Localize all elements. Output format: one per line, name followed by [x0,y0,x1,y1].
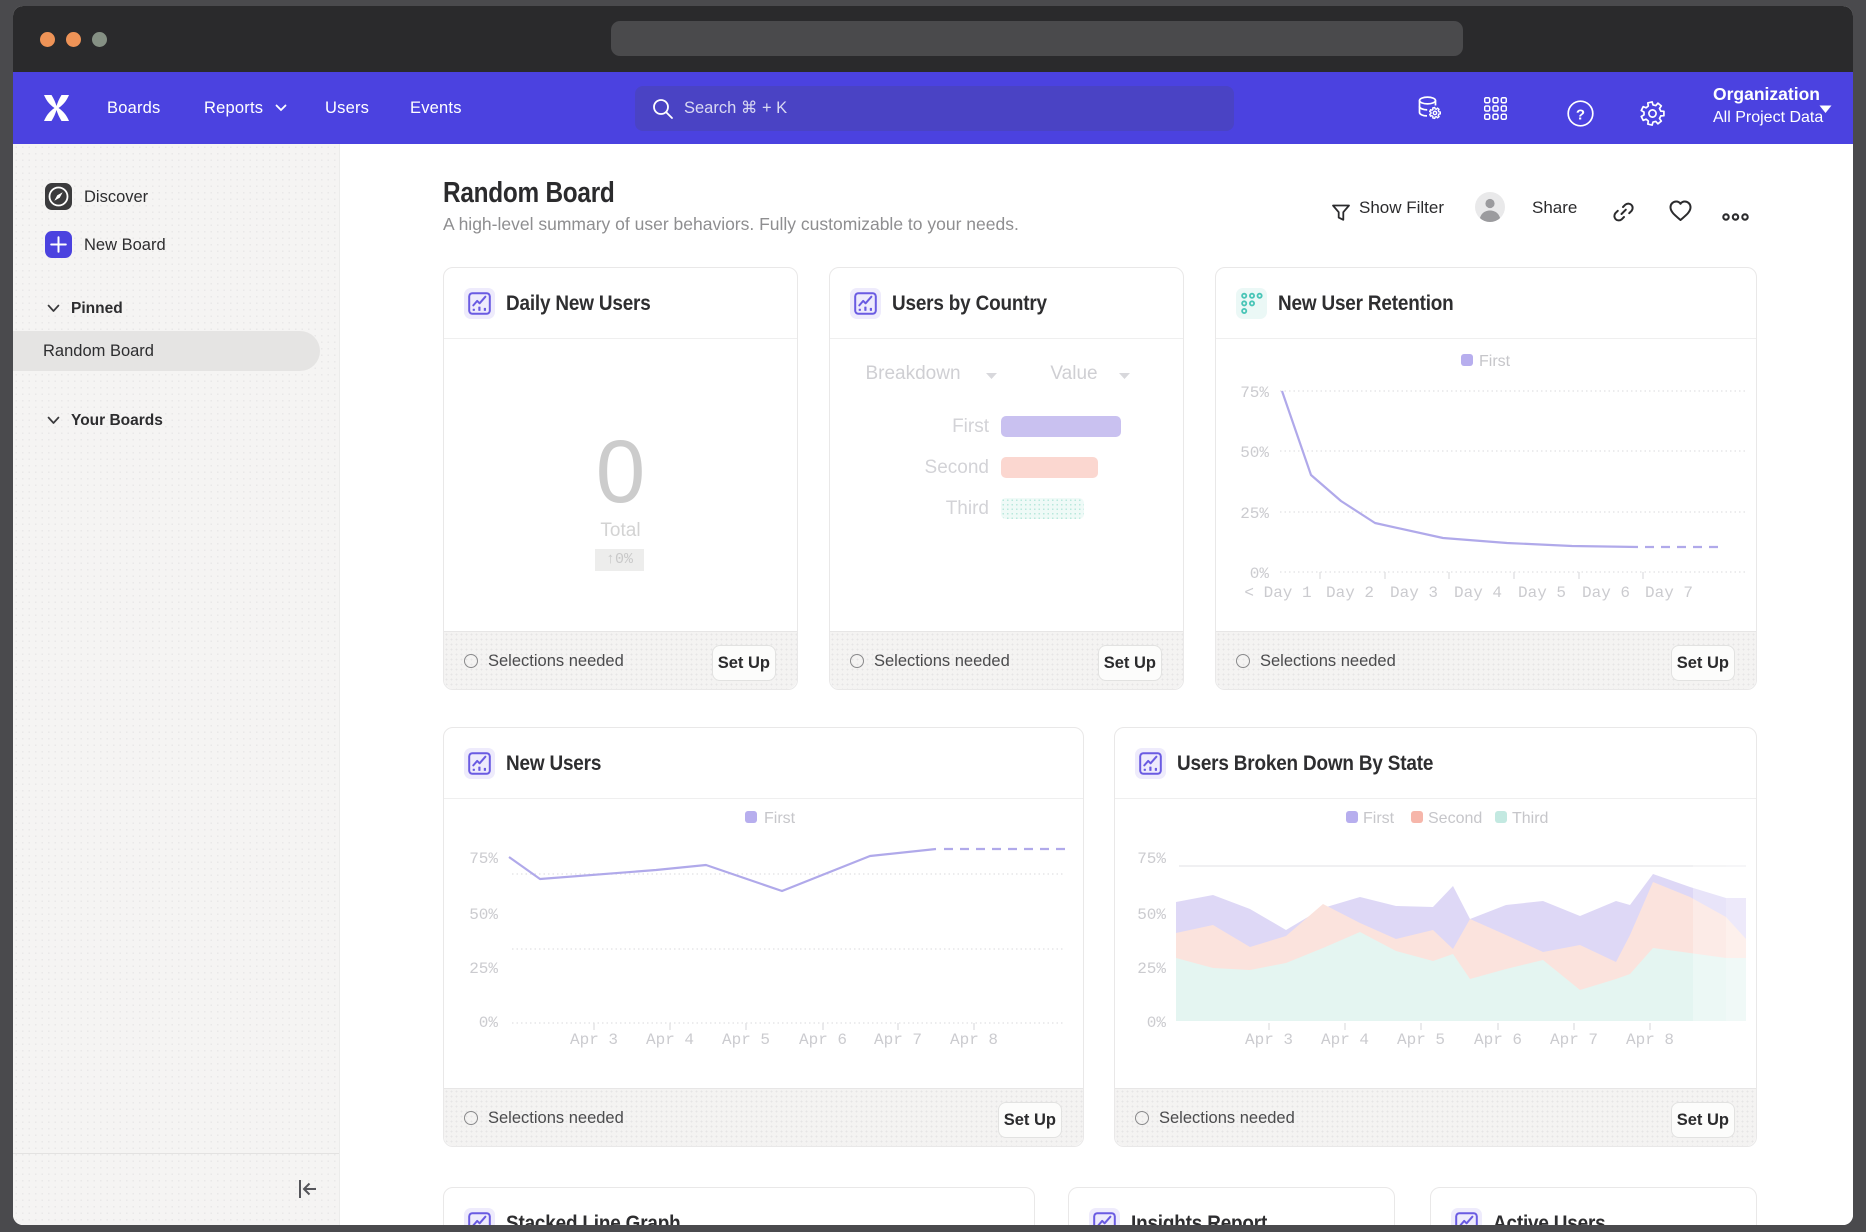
svg-text:0%: 0% [1250,565,1270,583]
svg-text:0%: 0% [1147,1014,1167,1032]
svg-text:75%: 75% [1137,850,1166,868]
svg-text:Day 6: Day 6 [1582,584,1630,602]
svg-text:Apr 8: Apr 8 [950,1031,998,1049]
svg-text:Apr 5: Apr 5 [722,1031,770,1049]
svg-text:75%: 75% [1240,384,1269,402]
svg-text:75%: 75% [469,850,498,868]
svg-text:Third: Third [1512,810,1548,827]
svg-text:< Day 1: < Day 1 [1244,584,1311,602]
svg-text:Apr 8: Apr 8 [1626,1031,1674,1049]
svg-text:0%: 0% [479,1014,499,1032]
svg-text:Apr 7: Apr 7 [1550,1031,1598,1049]
svg-text:First: First [1363,810,1395,827]
svg-text:Day 5: Day 5 [1518,584,1566,602]
svg-text:Apr 4: Apr 4 [646,1031,694,1049]
svg-text:50%: 50% [469,906,498,924]
svg-text:Apr 6: Apr 6 [1474,1031,1522,1049]
svg-text:Second: Second [1428,810,1482,827]
svg-text:25%: 25% [1240,505,1269,523]
svg-text:Apr 4: Apr 4 [1321,1031,1369,1049]
svg-text:First: First [764,810,796,827]
svg-text:Day 2: Day 2 [1326,584,1374,602]
svg-text:Apr 3: Apr 3 [1245,1031,1293,1049]
svg-text:50%: 50% [1240,444,1269,462]
svg-text:Apr 7: Apr 7 [874,1031,922,1049]
svg-text:Day 7: Day 7 [1645,584,1693,602]
svg-text:25%: 25% [1137,960,1166,978]
svg-text:Apr 3: Apr 3 [570,1031,618,1049]
svg-text:Day 4: Day 4 [1454,584,1502,602]
svg-text:Day 3: Day 3 [1390,584,1438,602]
svg-text:25%: 25% [469,960,498,978]
svg-text:First: First [1479,353,1511,370]
svg-text:Apr 6: Apr 6 [799,1031,847,1049]
svg-text:50%: 50% [1137,906,1166,924]
svg-text:Apr 5: Apr 5 [1397,1031,1445,1049]
svg-text:?: ? [1576,107,1585,124]
